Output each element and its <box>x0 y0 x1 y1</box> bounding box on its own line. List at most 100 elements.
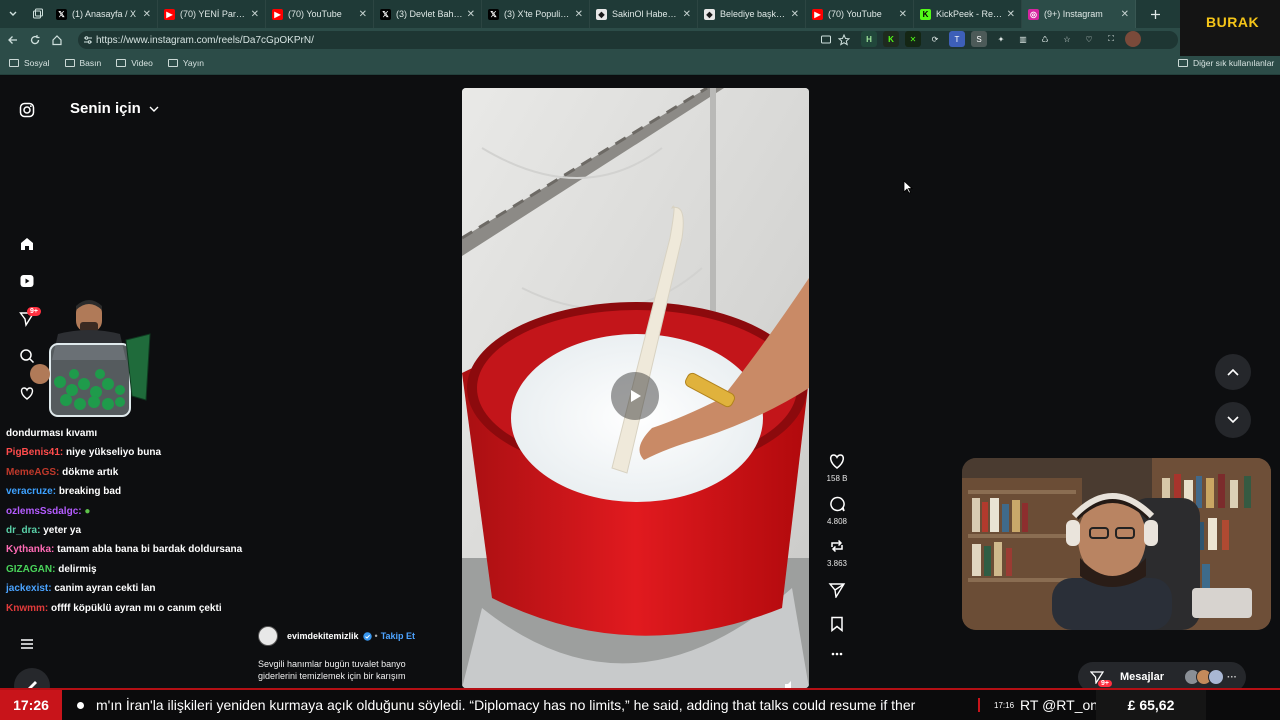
follow-button[interactable]: Takip Et <box>381 631 415 641</box>
mute-button[interactable] <box>784 678 796 688</box>
share-action[interactable] <box>822 582 852 600</box>
more-options-action[interactable] <box>822 650 852 659</box>
arrow-left-icon <box>8 36 17 44</box>
tab[interactable]: ◆ Belediye başkanına ✕ <box>698 0 806 28</box>
x-icon: 𝕏 <box>488 8 499 20</box>
avatar <box>1208 669 1225 685</box>
news-ticker: 17:26 m'ın İran'la ilişkileri yeniden ku… <box>0 688 1280 720</box>
reel-video[interactable] <box>462 88 809 688</box>
tab[interactable]: ▶ (70) YouTube ✕ <box>806 0 914 28</box>
tab-label: (70) YouTube <box>828 9 882 19</box>
back-button[interactable] <box>2 29 24 51</box>
comment-action[interactable]: 4.808 <box>822 496 852 526</box>
chat-username: ozlemsSsdalgc: <box>6 505 82 517</box>
bookmark-folder[interactable]: Video <box>116 58 153 68</box>
close-tab-icon[interactable]: ✕ <box>683 9 691 20</box>
repost-action[interactable]: 3.863 <box>822 538 852 568</box>
close-tab-icon[interactable]: ✕ <box>1121 9 1129 20</box>
ext-hh-icon[interactable]: H <box>861 31 877 47</box>
instagram-logo-icon[interactable] <box>17 100 37 120</box>
close-tab-icon[interactable]: ✕ <box>1007 9 1015 20</box>
reels-nav-icon[interactable] <box>17 271 37 291</box>
ext-x-green-icon[interactable]: ✕ <box>905 31 921 47</box>
folder-icon <box>64 59 75 67</box>
close-tab-icon[interactable]: ✕ <box>575 9 583 20</box>
message-avatars <box>1184 669 1225 685</box>
tab-label: (70) YouTube <box>288 9 342 19</box>
ext-kick-icon[interactable]: K <box>883 31 899 47</box>
heart-rate-icon[interactable]: ♡ <box>1081 31 1097 47</box>
save-action[interactable] <box>822 616 852 634</box>
tab[interactable]: ◎ (9+) Instagram ✕ <box>1022 0 1136 28</box>
chat-message: Kythanka: tamam abla bana bi bardak dold… <box>6 540 246 559</box>
favorites-icon[interactable]: ☆ <box>1059 31 1075 47</box>
close-tab-icon[interactable]: ✕ <box>359 9 367 20</box>
chat-message: dondurması kıvamı <box>6 424 246 443</box>
ticker-clock: 17:26 <box>0 690 62 720</box>
star-icon[interactable] <box>838 34 850 46</box>
home-nav-icon[interactable] <box>17 234 37 254</box>
folder-icon <box>9 59 19 67</box>
ext-s-icon[interactable]: S <box>971 31 987 47</box>
other-bookmarks[interactable]: Diğer sık kullanılanlar <box>1178 58 1274 68</box>
tab[interactable]: 𝕏 (3) X'te Populicc: "M ✕ <box>482 0 590 28</box>
ticker-source: RT @RT_on <box>1020 697 1097 713</box>
tab[interactable]: K KickPeek - Real-time ✕ <box>914 0 1022 28</box>
ticker-price: £ 65,62 <box>1127 697 1175 713</box>
bookmarks-bar: Sosyal Basın Video Yayın <box>0 52 1280 75</box>
chat-text: dökme artık <box>62 466 119 478</box>
chat-username: veracruze: <box>6 486 57 498</box>
close-tab-icon[interactable]: ✕ <box>467 9 475 20</box>
tab[interactable]: ▶ (70) YENİ Parti Genel ✕ <box>158 0 266 28</box>
play-button[interactable] <box>611 372 659 420</box>
bookmark-folder[interactable]: Sosyal <box>9 58 50 68</box>
previous-reel-button[interactable] <box>1215 354 1251 390</box>
menu-nav-icon[interactable] <box>17 634 37 654</box>
close-tab-icon[interactable]: ✕ <box>791 9 799 20</box>
reload-button[interactable] <box>24 29 46 51</box>
streamer-badge: BURAK <box>1180 0 1280 56</box>
close-tab-icon[interactable]: ✕ <box>899 9 907 20</box>
chevron-down-icon <box>149 106 159 112</box>
author-avatar[interactable] <box>258 626 278 646</box>
ext-sync-icon[interactable]: ⟳ <box>927 31 943 47</box>
tab[interactable]: 𝕏 (1) Anasayfa / X ✕ <box>50 0 158 28</box>
other-bookmarks-label: Diğer sık kullanılanlar <box>1193 58 1275 68</box>
streamer-mascot-overlay <box>28 300 152 420</box>
tab-label: SakinOl Haber Merk <box>612 9 679 19</box>
tab-label: (3) X'te Populicc: "M <box>504 9 571 19</box>
bookmark-folder[interactable]: Yayın <box>167 58 204 68</box>
close-tab-icon[interactable]: ✕ <box>251 9 259 20</box>
extensions-icon[interactable]: ✦ <box>993 31 1009 47</box>
like-action[interactable]: 158 B <box>822 453 852 483</box>
chat-username: MemeAGS: <box>6 466 60 478</box>
bookmark-folder[interactable]: Basın <box>64 58 101 68</box>
next-reel-button[interactable] <box>1215 402 1251 438</box>
tab-label: (3) Devlet Bahçeli - <box>396 9 463 19</box>
dot-separator: • <box>374 631 378 641</box>
chat-text: delirmiş <box>58 563 97 575</box>
comment-count: 4.808 <box>826 517 848 526</box>
feed-selector[interactable]: Senin için <box>70 100 159 117</box>
tab-list-button[interactable] <box>0 3 26 25</box>
new-tab-button[interactable] <box>1144 3 1166 25</box>
screen-icon[interactable] <box>820 34 832 46</box>
tab[interactable]: 𝕏 (3) Devlet Bahçeli - ✕ <box>374 0 482 28</box>
profile-avatar[interactable] <box>1125 31 1141 47</box>
chat-text: niye yükseliyo buna <box>66 447 162 459</box>
workspaces-button[interactable] <box>26 3 50 25</box>
tab[interactable]: ◆ SakinOl Haber Merk ✕ <box>590 0 698 28</box>
performance-icon[interactable]: ♺ <box>1037 31 1053 47</box>
reload-icon <box>30 35 40 45</box>
chat-message: ozlemsSsdalgc: ● <box>6 502 246 521</box>
screenshot-icon[interactable]: ⛶ <box>1103 31 1119 47</box>
play-icon <box>631 390 641 402</box>
home-button[interactable] <box>46 29 68 51</box>
close-tab-icon[interactable]: ✕ <box>143 9 151 20</box>
mouse-cursor-icon <box>903 180 913 194</box>
split-screen-icon[interactable]: ▥ <box>1015 31 1031 47</box>
tab-label: KickPeek - Real-time <box>936 9 1003 19</box>
tab[interactable]: ▶ (70) YouTube ✕ <box>266 0 374 28</box>
ext-translate-icon[interactable]: T <box>949 31 965 47</box>
author-username[interactable]: evimdekitemizlik <box>287 631 359 641</box>
